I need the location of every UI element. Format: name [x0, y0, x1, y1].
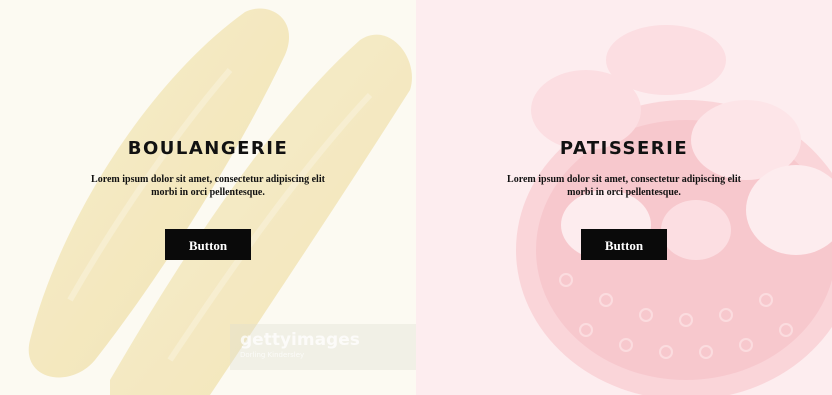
watermark: gettyimages Dorling Kindersley — [230, 324, 416, 370]
boulangerie-button[interactable]: Button — [165, 229, 251, 260]
patisserie-description: Lorem ipsum dolor sit amet, consectetur … — [507, 174, 741, 198]
watermark-credit: Dorling Kindersley — [240, 351, 305, 359]
watermark-logo: gettyimages — [240, 330, 360, 350]
boulangerie-description: Lorem ipsum dolor sit amet, consectetur … — [91, 174, 325, 198]
patisserie-title: PATISSERIE — [559, 138, 689, 159]
patisserie-panel: PATISSERIE Lorem ipsum dolor sit amet, c… — [416, 0, 832, 395]
boulangerie-panel: gettyimages Dorling Kindersley BOULANGER… — [0, 0, 416, 395]
boulangerie-content: BOULANGERIE Lorem ipsum dolor sit amet, … — [0, 138, 416, 260]
patisserie-content: PATISSERIE Lorem ipsum dolor sit amet, c… — [416, 138, 832, 260]
hero-split: gettyimages Dorling Kindersley BOULANGER… — [0, 0, 832, 395]
patisserie-button[interactable]: Button — [581, 229, 667, 260]
boulangerie-title: BOULANGERIE — [127, 138, 289, 159]
